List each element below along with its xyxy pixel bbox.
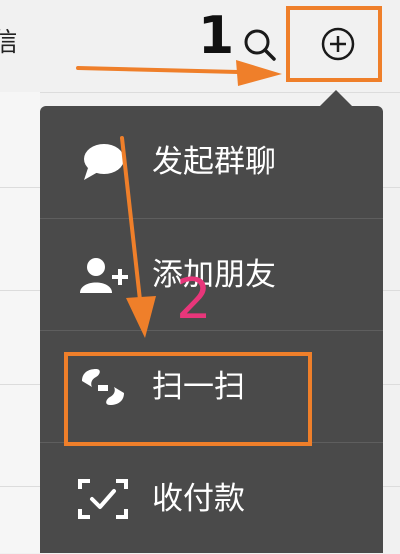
add-menu-button[interactable] — [286, 6, 382, 82]
menu-item-label: 发起群聊 — [152, 144, 276, 180]
menu-item-label: 收付款 — [152, 481, 245, 517]
background-list — [0, 92, 40, 553]
menu-item-group-chat[interactable]: 发起群聊 — [40, 106, 383, 218]
menu-caret — [320, 90, 352, 106]
page-title: 信 — [0, 28, 16, 58]
annotation-step-1: 1 — [198, 6, 235, 66]
annotation-step-2: 2 — [176, 267, 212, 332]
search-icon — [244, 29, 276, 61]
search-button[interactable] — [242, 27, 278, 63]
plus-circle-icon — [321, 27, 355, 61]
menu-item-payment[interactable]: 收付款 — [40, 442, 383, 554]
scan-icon — [82, 369, 124, 405]
chat-bubble-icon — [84, 144, 124, 180]
payment-scan-icon — [78, 479, 128, 519]
add-friend-icon — [80, 258, 128, 293]
menu-item-scan[interactable]: 扫一扫 — [40, 330, 383, 442]
menu-item-label: 添加朋友 — [152, 257, 276, 293]
menu-item-label: 扫一扫 — [152, 369, 245, 405]
